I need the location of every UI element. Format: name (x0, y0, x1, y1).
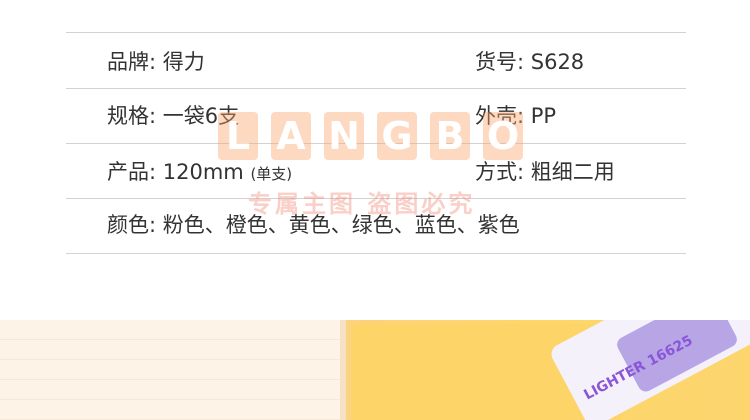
notebook-image (0, 320, 346, 420)
spec-brand: 品牌: 得力 (107, 50, 205, 74)
watermark-letter: A (271, 112, 311, 160)
divider (66, 253, 686, 254)
watermark-letter: G (377, 112, 417, 160)
spec-mode: 方式: 粗细二用 (475, 160, 615, 184)
spec-package: 规格: 一袋6支 (107, 104, 240, 128)
spec-item-number: 货号: S628 (475, 50, 585, 74)
watermark-letter: N (324, 112, 364, 160)
watermark-subtitle: 专属主图 盗图必究 (248, 189, 476, 218)
spec-product: 产品: 120mm (单支) (107, 159, 292, 187)
divider (66, 88, 686, 89)
watermark-letter: B (430, 112, 470, 160)
divider (66, 32, 686, 33)
divider (66, 143, 686, 144)
spec-shell: 外壳: PP (475, 104, 557, 128)
spec-product-length: 产品: 120mm (107, 160, 244, 184)
spec-product-unit: (单支) (250, 165, 293, 183)
